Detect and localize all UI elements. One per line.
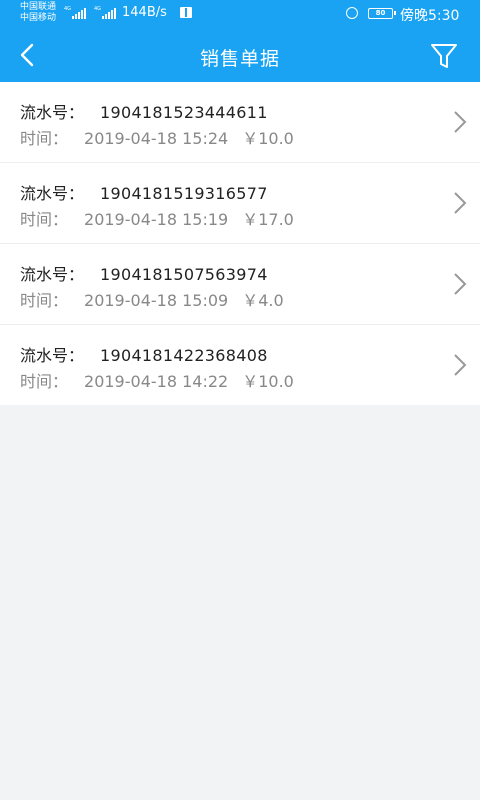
filter-button[interactable] [428,40,460,72]
serial-number: 1904181507563974 [100,265,268,284]
record-amount: ￥17.0 [242,210,294,229]
signal-icon-2 [102,8,116,19]
list-item[interactable]: 流水号： 1904181519316577 时间： 2019-04-18 15:19… [0,163,480,244]
list-item[interactable]: 流水号： 1904181507563974 时间： 2019-04-18 15:09… [0,244,480,325]
carrier-2: 中国移动 [20,13,57,23]
serial-label: 流水号： [20,184,85,203]
status-bar: 中国联通 中国移动 4G 4G 144B/s 80 傍晚5:30 [0,0,480,28]
time-label: 时间： [20,291,69,310]
alarm-icon [346,7,358,19]
time-label: 时间： [20,372,69,391]
record-amount: ￥10.0 [242,129,294,148]
signal-icon-1 [72,8,86,19]
carrier-1: 中国联通 [20,2,57,12]
chevron-right-icon [454,111,467,133]
chevron-right-icon [454,192,467,214]
clock: 傍晚5:30 [400,8,460,24]
filter-icon [431,44,457,68]
time-label: 时间： [20,210,69,229]
app-header: 销售单据 [0,28,480,82]
list-item[interactable]: 流水号： 1904181523444611 时间： 2019-04-18 15:24… [0,82,480,163]
serial-number: 1904181523444611 [100,103,268,122]
chevron-right-icon [454,354,467,376]
serial-number: 1904181519316577 [100,184,268,203]
list-item[interactable]: 流水号： 1904181422368408 时间： 2019-04-18 14:22… [0,325,480,405]
network-type-2: 4G [94,6,102,12]
record-amount: ￥4.0 [242,291,284,310]
record-time: 2019-04-18 15:09 [84,291,229,310]
page-title: 销售单据 [199,48,280,70]
record-time: 2019-04-18 14:22 [84,372,229,391]
serial-label: 流水号： [20,103,85,122]
network-speed: 144B/s [122,5,167,20]
serial-label: 流水号： [20,346,85,365]
record-amount: ￥10.0 [242,372,294,391]
carrier-info: 中国联通 中国移动 [20,2,56,24]
book-icon [180,7,192,18]
serial-label: 流水号： [20,265,85,284]
network-type-1: 4G [64,6,72,12]
record-time: 2019-04-18 15:19 [84,210,229,229]
serial-number: 1904181422368408 [100,346,268,365]
sales-record-list: 流水号： 1904181523444611 时间： 2019-04-18 15:24… [0,82,480,405]
record-time: 2019-04-18 15:24 [84,129,229,148]
chevron-right-icon [454,273,467,295]
battery-icon: 80 [368,8,396,19]
time-label: 时间： [20,129,69,148]
